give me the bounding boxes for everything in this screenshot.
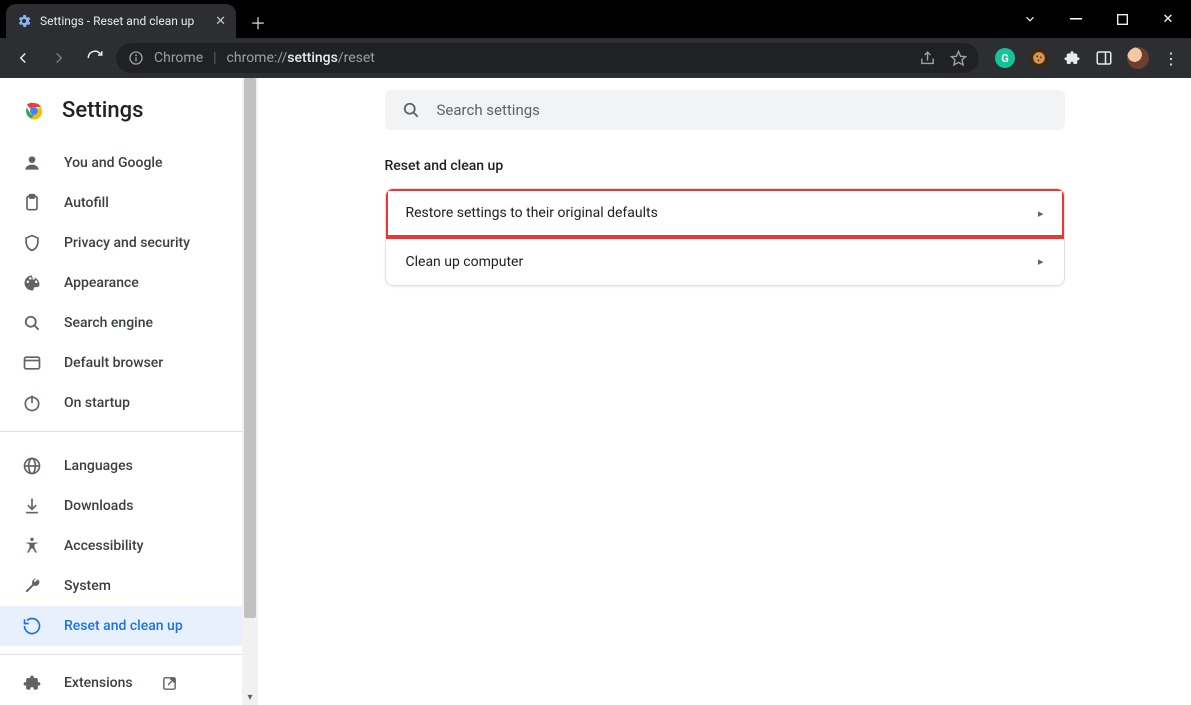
sidebar-item-search-engine[interactable]: Search engine — [0, 303, 258, 343]
search-placeholder: Search settings — [437, 101, 540, 119]
sidebar-item-reset[interactable]: Reset and clean up — [0, 606, 258, 646]
side-panel-icon[interactable] — [1095, 49, 1113, 67]
restore-icon — [22, 616, 42, 636]
download-icon — [22, 496, 42, 516]
chevron-right-icon: ▸ — [1038, 255, 1044, 268]
search-icon — [401, 100, 421, 120]
address-bar[interactable]: Chrome | chrome://settings/reset — [116, 43, 979, 73]
new-tab-button[interactable]: ＋ — [244, 8, 272, 36]
settings-search-input[interactable]: Search settings — [385, 90, 1065, 130]
scrollbar-thumb[interactable] — [244, 78, 256, 618]
divider — [0, 654, 258, 655]
maximize-button[interactable] — [1099, 0, 1145, 38]
settings-card: Restore settings to their original defau… — [385, 188, 1065, 286]
sidebar-item-downloads[interactable]: Downloads — [0, 486, 258, 526]
sidebar-item-on-startup[interactable]: On startup — [0, 383, 258, 423]
sidebar-item-label: Reset and clean up — [64, 618, 183, 634]
nav-group-2: Languages Downloads Accessibility System… — [0, 440, 258, 646]
open-external-icon — [161, 675, 178, 692]
reload-button[interactable] — [80, 43, 110, 73]
browser-window-icon — [22, 353, 42, 373]
sidebar: Settings You and Google Autofill Privacy… — [0, 78, 258, 705]
site-info-icon[interactable] — [128, 50, 144, 66]
sidebar-item-system[interactable]: System — [0, 566, 258, 606]
page-title: Settings — [62, 98, 143, 123]
clipboard-icon — [22, 193, 42, 213]
sidebar-item-label: On startup — [64, 395, 130, 411]
row-restore-defaults[interactable]: Restore settings to their original defau… — [386, 189, 1064, 237]
scroll-down-arrow-icon[interactable]: ▾ — [242, 689, 258, 705]
sidebar-item-default-browser[interactable]: Default browser — [0, 343, 258, 383]
minimize-button[interactable] — [1053, 0, 1099, 38]
chevron-down-icon[interactable] — [1007, 0, 1053, 38]
close-tab-icon[interactable]: ✕ — [215, 15, 226, 28]
brand: Settings — [0, 78, 258, 137]
sidebar-item-label: You and Google — [64, 155, 162, 171]
forward-button[interactable] — [44, 43, 74, 73]
extension-cookie-icon[interactable] — [1029, 48, 1049, 68]
sidebar-item-label: Downloads — [64, 498, 133, 514]
divider — [0, 431, 258, 432]
person-icon — [22, 153, 42, 173]
section-title: Reset and clean up — [385, 158, 1065, 174]
row-label: Clean up computer — [406, 254, 524, 270]
bookmark-icon[interactable] — [950, 50, 967, 67]
chevron-right-icon: ▸ — [1038, 207, 1044, 220]
sidebar-item-label: Appearance — [64, 275, 139, 291]
sidebar-item-privacy[interactable]: Privacy and security — [0, 223, 258, 263]
sidebar-item-label: Languages — [64, 458, 133, 474]
extension-grammarly-icon[interactable]: G — [995, 48, 1015, 68]
extensions-puzzle-icon[interactable] — [1063, 49, 1081, 67]
search-icon — [22, 313, 42, 333]
nav-group-1: You and Google Autofill Privacy and secu… — [0, 137, 258, 423]
sidebar-item-accessibility[interactable]: Accessibility — [0, 526, 258, 566]
sidebar-scrollbar[interactable]: ▾ — [242, 78, 258, 705]
sidebar-item-languages[interactable]: Languages — [0, 446, 258, 486]
wrench-icon — [22, 576, 42, 596]
url-text: chrome://settings/reset — [227, 50, 375, 66]
share-icon[interactable] — [919, 50, 936, 67]
gear-icon — [16, 13, 32, 29]
palette-icon — [22, 273, 42, 293]
sidebar-item-label: Privacy and security — [64, 235, 190, 251]
accessibility-icon — [22, 536, 42, 556]
sidebar-item-appearance[interactable]: Appearance — [0, 263, 258, 303]
close-window-button[interactable]: ✕ — [1145, 0, 1191, 38]
puzzle-icon — [22, 673, 42, 693]
tab-title: Settings - Reset and clean up — [40, 14, 194, 28]
power-icon — [22, 393, 42, 413]
main-panel: Search settings Reset and clean up Resto… — [258, 78, 1191, 705]
sidebar-item-you-and-google[interactable]: You and Google — [0, 143, 258, 183]
browser-tab[interactable]: Settings - Reset and clean up ✕ — [6, 4, 236, 38]
browser-menu-icon[interactable]: ⋮ — [1163, 49, 1179, 68]
sidebar-item-autofill[interactable]: Autofill — [0, 183, 258, 223]
row-label: Restore settings to their original defau… — [406, 205, 658, 221]
extensions-area: G ⋮ — [985, 47, 1183, 69]
browser-toolbar: Chrome | chrome://settings/reset G ⋮ — [0, 38, 1191, 78]
sidebar-item-label: Default browser — [64, 355, 163, 371]
back-button[interactable] — [8, 43, 38, 73]
globe-icon — [22, 456, 42, 476]
titlebar: Settings - Reset and clean up ✕ ＋ ✕ — [0, 0, 1191, 38]
sidebar-item-label: Extensions — [64, 675, 133, 691]
sidebar-item-label: Autofill — [64, 195, 109, 211]
profile-avatar[interactable] — [1127, 47, 1149, 69]
sidebar-item-label: System — [64, 578, 111, 594]
page-content: Settings You and Google Autofill Privacy… — [0, 78, 1191, 705]
shield-icon — [22, 233, 42, 253]
window-controls: ✕ — [1007, 0, 1191, 38]
sidebar-item-label: Accessibility — [64, 538, 143, 554]
sidebar-item-label: Search engine — [64, 315, 153, 331]
chrome-logo-icon — [22, 99, 46, 123]
site-label: Chrome — [154, 50, 203, 66]
sidebar-item-extensions[interactable]: Extensions — [0, 663, 258, 703]
row-clean-up-computer[interactable]: Clean up computer ▸ — [386, 237, 1064, 285]
